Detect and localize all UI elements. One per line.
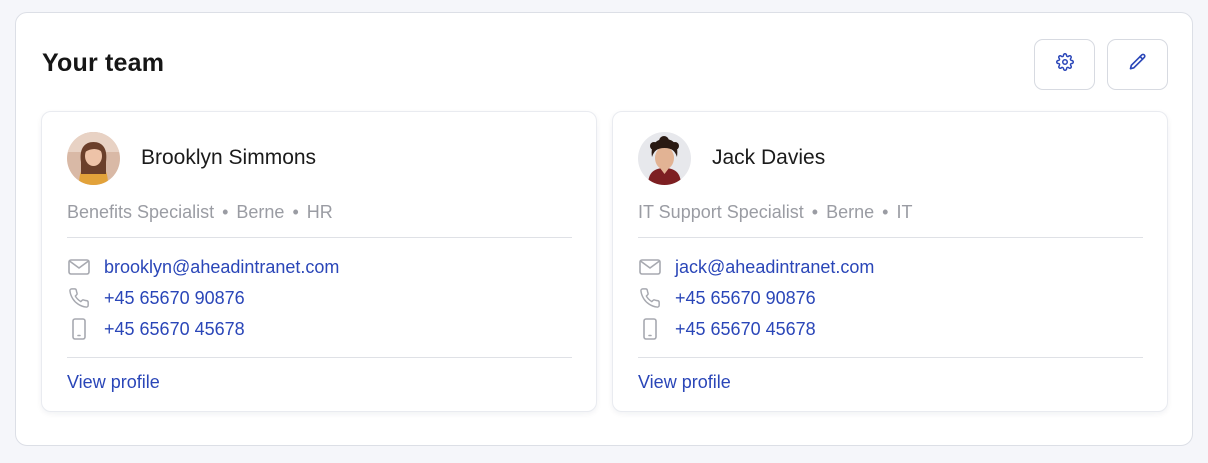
member-name: Brooklyn Simmons: [141, 146, 317, 169]
edit-button[interactable]: [1107, 39, 1168, 90]
member-location: Berne: [236, 202, 285, 222]
phone-icon: [67, 286, 91, 310]
mobile-icon: [67, 317, 91, 341]
pencil-icon: [1128, 52, 1148, 77]
divider: [67, 237, 572, 238]
member-meta: Benefits Specialist • Berne • HR: [67, 202, 333, 223]
divider: [67, 357, 572, 358]
mobile-row: +45 65670 45678: [67, 317, 245, 341]
phone-link[interactable]: +45 65670 90876: [675, 288, 816, 309]
mail-icon: [67, 255, 91, 279]
email-row: brooklyn@aheadintranet.com: [67, 255, 339, 279]
team-member-card: Jack Davies IT Support Specialist • Berne •…: [612, 111, 1168, 412]
member-role: Benefits Specialist: [67, 202, 215, 222]
gear-icon: [1055, 53, 1074, 76]
separator-dot: •: [882, 202, 889, 222]
member-department: HR: [306, 202, 333, 222]
phone-row: +45 65670 90876: [67, 286, 245, 310]
avatar[interactable]: [67, 132, 120, 185]
member-department: IT: [896, 202, 913, 222]
mobile-row: +45 65670 45678: [638, 317, 816, 341]
view-profile-link[interactable]: View profile: [638, 372, 731, 393]
divider: [638, 237, 1143, 238]
email-row: jack@aheadintranet.com: [638, 255, 874, 279]
member-name: Jack Davies: [712, 146, 826, 169]
phone-link[interactable]: +45 65670 90876: [104, 288, 245, 309]
member-location: Berne: [826, 202, 875, 222]
separator-dot: •: [222, 202, 229, 222]
member-meta: IT Support Specialist • Berne • IT: [638, 202, 912, 223]
team-widget: Your team Brooklyn Simmons Benefits Spec…: [15, 12, 1193, 446]
separator-dot: •: [811, 202, 819, 222]
settings-button[interactable]: [1034, 39, 1095, 90]
divider: [638, 357, 1143, 358]
widget-title: Your team: [42, 49, 165, 77]
mail-icon: [638, 255, 662, 279]
view-profile-link[interactable]: View profile: [67, 372, 160, 393]
mobile-link[interactable]: +45 65670 45678: [104, 319, 245, 340]
member-role: IT Support Specialist: [638, 202, 804, 222]
avatar[interactable]: [638, 132, 691, 185]
mobile-link[interactable]: +45 65670 45678: [675, 319, 816, 340]
email-link[interactable]: jack@aheadintranet.com: [675, 257, 874, 278]
mobile-icon: [638, 317, 662, 341]
team-member-card: Brooklyn Simmons Benefits Specialist • Ber…: [41, 111, 597, 412]
separator-dot: •: [292, 202, 299, 222]
email-link[interactable]: brooklyn@aheadintranet.com: [104, 257, 339, 278]
phone-row: +45 65670 90876: [638, 286, 816, 310]
phone-icon: [638, 286, 662, 310]
